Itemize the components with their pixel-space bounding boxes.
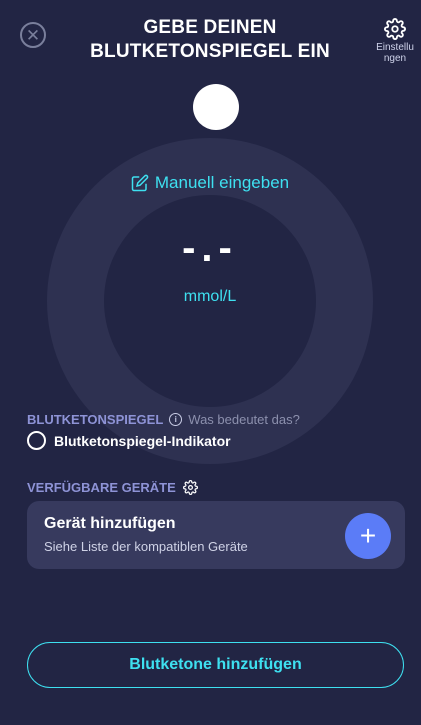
indicator-label: Blutketonspiegel-Indikator <box>54 432 231 449</box>
ketone-indicator-option[interactable]: Blutketonspiegel-Indikator <box>27 431 231 450</box>
info-icon[interactable]: i <box>169 413 183 426</box>
add-device-button[interactable]: + <box>345 513 391 559</box>
gear-icon <box>384 18 406 40</box>
radio-button[interactable] <box>27 431 46 450</box>
add-device-title: Gerät hinzufügen <box>44 515 176 532</box>
page-title: GEBE DEINEN BLUTKETONSPIEGEL EIN <box>90 17 330 62</box>
close-icon: ✕ <box>25 25 41 45</box>
devices-section-header: VERFÜGBARE GERÄTE <box>27 480 198 495</box>
section-title: BLUTKETONSPIEGEL <box>27 412 164 427</box>
info-link[interactable]: Was bedeutet das? <box>188 412 300 427</box>
add-device-subtitle: Siehe Liste der kompatiblen Geräte <box>44 539 248 554</box>
plus-icon: + <box>359 520 377 551</box>
close-button[interactable]: ✕ <box>20 22 46 48</box>
manual-entry-link[interactable]: Manuell eingeben <box>110 173 310 193</box>
edit-icon <box>131 174 149 192</box>
ketone-section-header: BLUTKETONSPIEGEL i Was bedeutet das? <box>27 412 300 427</box>
dial-knob[interactable] <box>193 84 239 130</box>
ketone-value: -.- <box>182 226 238 270</box>
gear-icon[interactable] <box>182 480 198 495</box>
section-title: VERFÜGBARE GERÄTE <box>27 480 176 495</box>
add-ketones-button[interactable]: Blutketone hinzufügen <box>27 642 404 688</box>
settings-button[interactable]: Einstellu ngen <box>370 18 420 64</box>
unit-label: mmol/L <box>183 288 237 305</box>
settings-label: Einstellu ngen <box>376 42 414 64</box>
